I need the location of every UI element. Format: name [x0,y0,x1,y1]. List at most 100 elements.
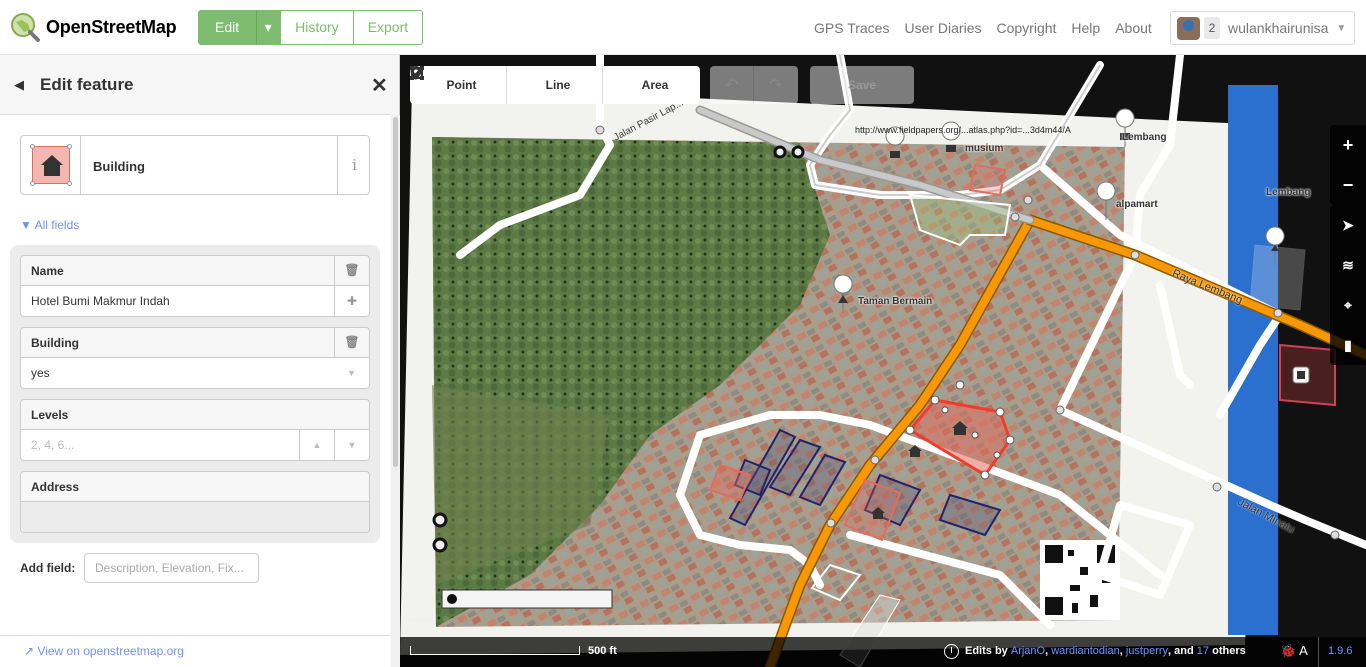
caret-down-icon: ▼ [1336,22,1347,34]
divider [1318,637,1319,667]
map-label-taman-bermain: Taman Bermain [858,296,933,307]
zoom-out-button[interactable]: − [1330,165,1366,205]
plus-icon[interactable]: ✚ [334,286,369,316]
name-field: Name 🗑 Hotel Bumi Makmur Indah ✚ [20,255,370,317]
trash-icon[interactable]: 🗑 [334,256,369,285]
scrollbar-thumb[interactable] [393,117,398,467]
geolocate-button[interactable]: ➤ [1330,205,1366,245]
footer-tool-icons: 🐞 A [1280,643,1308,659]
add-field-combo[interactable]: Description, Elevation, Fix... [84,553,259,583]
view-on-osm-label: View on openstreetmap.org [37,644,184,658]
levels-placeholder: 2, 4, 6... [31,438,75,452]
sidebar-header: ◀ Edit feature ✕ [0,55,390,115]
osm-logo[interactable]: OpenStreetMap [10,12,177,42]
nav-help[interactable]: Help [1071,20,1100,36]
increment-icon[interactable]: ▲ [299,430,334,460]
sidebar-scrollbar[interactable] [391,115,400,667]
add-point-label: Point [446,78,477,92]
preset-icon-box [21,136,81,194]
map-canvas[interactable]: Lembang musium Lembang alpamart Taman Be… [400,55,1366,667]
building-combo[interactable]: yes ▼ [21,358,369,388]
map-footer: 500 ft Edits by ArjanO, wardiantodian, j… [400,637,1366,667]
map-data-icon: ⌖ [1344,296,1352,313]
save-button[interactable]: Save [810,66,914,104]
preset-selector[interactable]: Building i [20,135,370,195]
undo-button[interactable]: ↶ [710,66,754,104]
version-link[interactable]: 1.9.6 [1328,645,1352,657]
language-icon[interactable]: A [1299,643,1308,658]
nav-user-diaries[interactable]: User Diaries [904,20,981,36]
custom-imagery-label: custom [410,615,436,624]
page-title: Edit feature [40,75,134,94]
draw-mode-toolbar: Point Line Area [410,66,700,104]
name-field-label: Name 🗑 [21,256,369,286]
redo-icon: ↷ [769,77,783,94]
levels-input[interactable]: 2, 4, 6... ▲ ▼ [21,430,369,460]
building-label-text: Building [31,336,79,350]
external-link-icon: ↗ [24,644,35,658]
address-field: Address [20,471,370,533]
scale-bar[interactable] [410,646,580,655]
map-label-musium: musium [965,143,1004,154]
building-field-label: Building 🗑 [21,328,369,358]
undo-icon: ↶ [724,77,739,94]
caret-down-icon[interactable]: ▼ [334,358,369,388]
layers-icon: ≋ [1342,256,1354,273]
others-count-link[interactable]: 17 [1197,645,1209,657]
add-point-button[interactable]: Point [410,66,507,104]
nav-about[interactable]: About [1115,20,1152,36]
contributor-link[interactable]: justperry [1126,645,1168,657]
add-area-label: Area [641,78,669,92]
nav-gps-traces[interactable]: GPS Traces [814,20,889,36]
fieldpapers-url: http://www.fieldpapers.org/...atlas.php?… [855,125,1071,135]
header-button-group: Edit ▾ History Export [198,10,424,45]
trash-icon[interactable]: 🗑 [334,328,369,357]
osm-logo-icon [10,12,40,42]
history-info-icon[interactable] [944,644,959,659]
house-icon [41,155,63,176]
edit-button[interactable]: Edit [198,10,257,45]
add-field-label: Add field: [20,561,76,575]
contributor-link[interactable]: wardiantodian [1051,645,1120,657]
edits-by-prefix: Edits by [965,645,1008,657]
undo-redo-group: ↶ ↷ [710,66,798,104]
redo-button[interactable]: ↷ [754,66,798,104]
contributor-link[interactable]: ArjanO [1011,645,1045,657]
edit-dropdown-button[interactable]: ▾ [256,10,281,45]
help-button[interactable]: ▮ [1330,325,1366,365]
book-icon: ▮ [1344,336,1352,353]
all-fields-toggle[interactable]: ▼ All fields [20,218,79,232]
add-line-button[interactable]: Line [410,66,603,104]
view-on-osm-link[interactable]: ↗ View on openstreetmap.org [24,644,184,658]
address-field-label: Address [21,472,369,502]
user-menu[interactable]: 2 wulankhairunisa ▼ [1170,11,1355,45]
name-input[interactable]: Hotel Bumi Makmur Indah ✚ [21,286,369,316]
map-imagery [400,55,1366,667]
close-icon[interactable]: ✕ [371,73,388,98]
decrement-icon[interactable]: ▼ [334,430,369,460]
address-input[interactable] [21,502,369,532]
minus-icon: − [1342,174,1354,195]
history-button[interactable]: History [280,10,354,45]
map-label-lembang: Lembang [1266,187,1311,198]
zoom-in-button[interactable]: + [1330,125,1366,165]
background-layers-button[interactable]: ≋ [1330,245,1366,285]
map-data-button[interactable]: ⌖ [1330,285,1366,325]
sidebar-footer: ↗ View on openstreetmap.org [0,635,390,667]
building-field: Building 🗑 yes ▼ [20,327,370,389]
and-text: and [1174,645,1194,657]
header-nav: GPS Traces User Diaries Copyright Help A… [814,20,1167,36]
nav-copyright[interactable]: Copyright [996,20,1056,36]
info-icon[interactable]: i [337,136,371,194]
back-arrow-icon[interactable]: ◀ [14,77,24,93]
logo-text: OpenStreetMap [46,16,177,37]
export-button[interactable]: Export [353,10,424,45]
disclosure-triangle-icon: ▼ [20,218,32,232]
scale-label: 500 ft [588,645,617,657]
building-value: yes [31,366,50,380]
bug-report-icon[interactable]: 🐞 [1280,643,1296,658]
levels-label-text: Levels [31,408,69,422]
add-area-button[interactable]: Area [410,66,700,104]
map-label-lembang-north: Lembang [1122,132,1167,143]
name-value: Hotel Bumi Makmur Indah [31,294,170,308]
